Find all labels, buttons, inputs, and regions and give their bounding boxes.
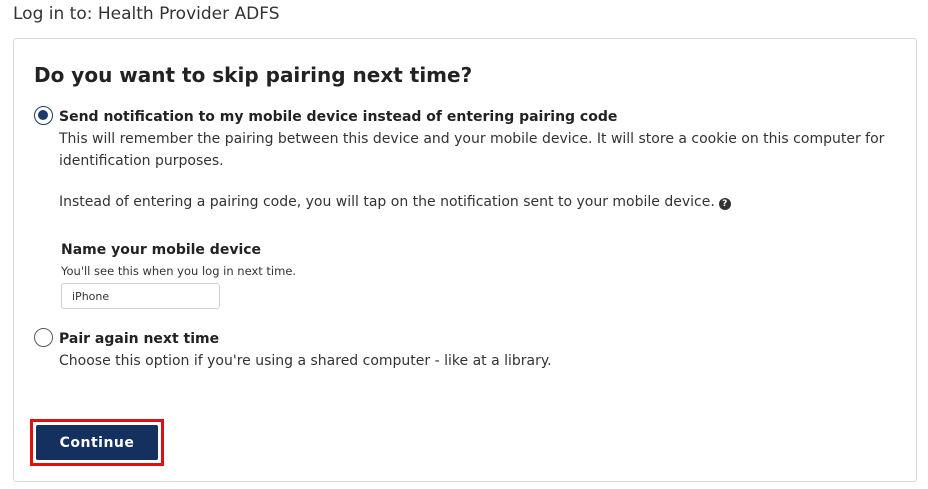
send-notification-label[interactable]: Send notification to my mobile device in… <box>59 107 617 127</box>
send-notification-desc-2: identification purposes. <box>59 153 224 169</box>
send-notification-desc-3: Instead of entering a pairing code, you … <box>59 191 731 213</box>
continue-highlight-frame: Continue <box>30 419 164 466</box>
device-name-label: Name your mobile device <box>61 242 262 258</box>
send-notification-desc-1: This will remember the pairing between t… <box>59 131 885 147</box>
page-header: Log in to: Health Provider ADFS <box>13 4 280 24</box>
device-name-hint: You'll see this when you log in next tim… <box>61 264 297 278</box>
radio-pair-again[interactable] <box>34 328 53 347</box>
pair-again-label[interactable]: Pair again next time <box>59 329 219 349</box>
card-title: Do you want to skip pairing next time? <box>34 63 473 87</box>
device-name-input[interactable] <box>61 283 220 309</box>
radio-send-notification[interactable] <box>34 106 53 125</box>
send-notification-desc-3-text: Instead of entering a pairing code, you … <box>59 194 715 210</box>
pairing-card: Do you want to skip pairing next time? S… <box>13 38 917 482</box>
continue-button[interactable]: Continue <box>36 425 158 460</box>
help-icon[interactable]: ? <box>718 198 731 210</box>
pair-again-desc: Choose this option if you're using a sha… <box>59 353 552 369</box>
